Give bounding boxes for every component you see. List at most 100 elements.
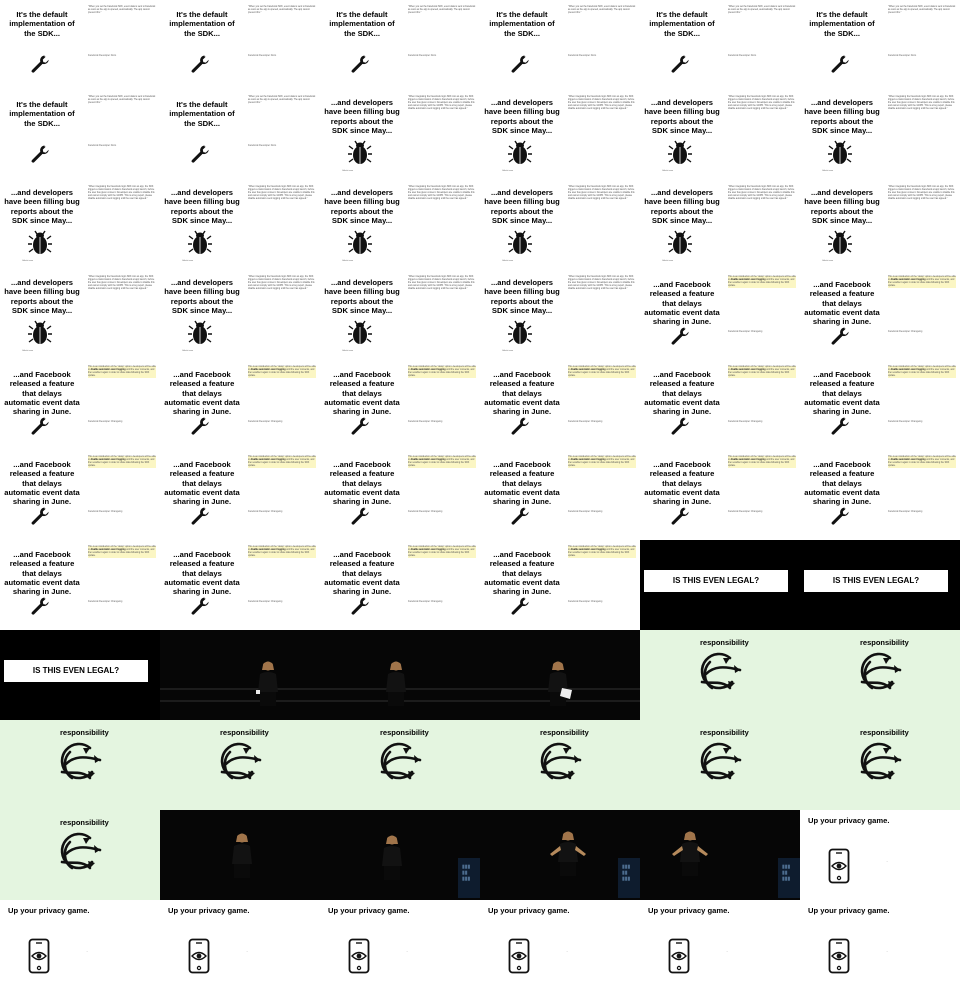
slide-quote: "When you set the Facebook SDK, event da… <box>248 6 316 15</box>
slide-thumbnail[interactable]: responsibility <box>320 720 480 810</box>
slide-caption: Github issue <box>342 170 354 172</box>
slide-thumbnail[interactable]: responsibility <box>800 720 960 810</box>
phone-eye-icon <box>668 938 690 974</box>
video-frame-speaker[interactable] <box>480 630 640 720</box>
slide-thumbnail[interactable]: Up your privacy game. ... <box>800 900 960 990</box>
slide-title: ...and Facebook released a feature that … <box>644 460 720 507</box>
slide-thumbnail[interactable]: ...and Facebook released a feature that … <box>0 540 160 630</box>
slide-thumbnail[interactable]: IS THIS EVEN LEGAL? <box>0 630 160 720</box>
slide-thumbnail[interactable]: It's the default implementation of the S… <box>160 0 320 90</box>
slide-caption: Facebook Developer Docs <box>728 54 757 57</box>
wrench-icon <box>510 506 530 526</box>
slide-caption: Github issue <box>342 350 354 352</box>
slide-thumbnail[interactable]: It's the default implementation of the S… <box>160 90 320 180</box>
slide-thumbnail[interactable]: ...and Facebook released a feature that … <box>480 450 640 540</box>
slide-thumbnail[interactable]: Up your privacy game. ... <box>320 900 480 990</box>
slide-caption: Facebook Developer Changelog <box>88 600 123 603</box>
slide-thumbnail[interactable]: ...and Facebook released a feature that … <box>800 270 960 360</box>
slide-thumbnail[interactable]: It's the default implementation of the S… <box>320 0 480 90</box>
slide-thumbnail[interactable]: ...and Facebook released a feature that … <box>800 450 960 540</box>
slide-thumbnail[interactable]: It's the default implementation of the S… <box>800 0 960 90</box>
slide-thumbnail[interactable]: ...and Facebook released a feature that … <box>0 450 160 540</box>
wrench-icon <box>510 54 530 74</box>
slide-thumbnail[interactable]: ...and developers have been filling bug … <box>480 180 640 270</box>
video-frame-speaker[interactable] <box>160 630 320 720</box>
slide-thumbnail[interactable]: ...and developers have been filling bug … <box>480 90 640 180</box>
quote-highlight: disable automatic event logging <box>890 459 926 462</box>
slide-thumbnail[interactable]: ...and developers have been filling bug … <box>480 270 640 360</box>
slide-thumbnail[interactable]: IS THIS EVEN LEGAL? <box>640 540 800 630</box>
slide-thumbnail[interactable]: ...and Facebook released a feature that … <box>160 360 320 450</box>
slide-thumbnail[interactable]: ...and Facebook released a feature that … <box>480 540 640 630</box>
slide-quote: "When integrating the Facebook login SDK… <box>248 276 315 291</box>
slide-thumbnail[interactable]: ...and Facebook released a feature that … <box>0 360 160 450</box>
slide-thumbnail[interactable]: ...and Facebook released a feature that … <box>800 360 960 450</box>
slide-thumbnail[interactable]: ...and developers have been filling bug … <box>800 180 960 270</box>
slide-thumbnail[interactable]: ...and Facebook released a feature that … <box>640 450 800 540</box>
slide-caption: Github issue <box>22 260 34 262</box>
wrench-icon <box>670 506 690 526</box>
slide-thumbnail[interactable]: ...and Facebook released a feature that … <box>320 360 480 450</box>
slide-thumbnail[interactable]: ...and developers have been filling bug … <box>320 270 480 360</box>
slide-title: responsibility <box>860 728 909 737</box>
slide-thumbnail[interactable]: ...and developers have been filling bug … <box>640 180 800 270</box>
slide-thumbnail[interactable]: ...and developers have been filling bug … <box>0 180 160 270</box>
slide-title: It's the default implementation of the S… <box>649 10 715 38</box>
slide-thumbnail[interactable]: Up your privacy game. ... <box>640 900 800 990</box>
contact-sheet-grid: It's the default implementation of the S… <box>0 0 960 990</box>
quote-highlight: disable automatic event logging <box>250 459 286 462</box>
slide-thumbnail[interactable]: Up your privacy game. ... <box>800 810 960 900</box>
slide-thumbnail[interactable]: responsibility <box>480 720 640 810</box>
slide-quote: This is an introduction of the "delay" o… <box>728 456 796 469</box>
speaker-figure <box>670 830 710 881</box>
slide-title: ...and Facebook released a feature that … <box>324 550 400 597</box>
stage-rail <box>160 688 320 690</box>
lectern-logo-icon: ▮▮▮ ▮▮ ▮▮▮ <box>462 864 471 882</box>
slide-thumbnail[interactable]: It's the default implementation of the S… <box>0 90 160 180</box>
slide-thumbnail[interactable]: responsibility <box>640 630 800 720</box>
slide-thumbnail[interactable]: ...and Facebook released a feature that … <box>160 540 320 630</box>
bug-icon <box>828 140 852 166</box>
slide-thumbnail[interactable]: responsibility <box>160 720 320 810</box>
slide-thumbnail[interactable]: ...and developers have been filling bug … <box>160 180 320 270</box>
slide-thumbnail[interactable]: responsibility <box>0 720 160 810</box>
slide-caption: Facebook Developer Docs <box>248 54 277 57</box>
slide-thumbnail[interactable]: Up your privacy game. ... <box>480 900 640 990</box>
slide-thumbnail[interactable]: ...and developers have been filling bug … <box>160 270 320 360</box>
video-frame-speaker[interactable]: ▮▮▮ ▮▮ ▮▮▮ <box>480 810 640 900</box>
slide-thumbnail[interactable]: IS THIS EVEN LEGAL? <box>800 540 960 630</box>
slide-thumbnail[interactable]: It's the default implementation of the S… <box>0 0 160 90</box>
wrench-icon <box>510 596 530 616</box>
slide-thumbnail[interactable]: ...and Facebook released a feature that … <box>640 270 800 360</box>
slide-thumbnail[interactable]: ...and Facebook released a feature that … <box>320 540 480 630</box>
slide-thumbnail[interactable]: Up your privacy game. ... <box>0 900 160 990</box>
slide-thumbnail[interactable]: ...and Facebook released a feature that … <box>160 450 320 540</box>
slide-title: Up your privacy game. <box>168 906 250 915</box>
slide-thumbnail[interactable]: ...and Facebook released a feature that … <box>480 360 640 450</box>
slide-thumbnail[interactable]: ...and developers have been filling bug … <box>320 180 480 270</box>
bug-icon <box>348 140 372 166</box>
slide-thumbnail[interactable]: ...and Facebook released a feature that … <box>640 360 800 450</box>
slide-thumbnail[interactable]: ...and developers have been filling bug … <box>800 90 960 180</box>
slide-thumbnail[interactable]: ...and developers have been filling bug … <box>320 90 480 180</box>
wrench-icon <box>30 144 50 164</box>
slide-thumbnail[interactable]: ...and developers have been filling bug … <box>640 90 800 180</box>
video-frame-speaker[interactable]: ▮▮▮ ▮▮ ▮▮▮ <box>640 810 800 900</box>
video-frame-speaker[interactable]: ▮▮▮ ▮▮ ▮▮▮ <box>320 810 480 900</box>
wrench-icon <box>30 54 50 74</box>
slide-thumbnail[interactable]: responsibility <box>800 630 960 720</box>
slide-thumbnail[interactable]: ...and Facebook released a feature that … <box>320 450 480 540</box>
slide-title: responsibility <box>860 638 909 647</box>
video-frame-speaker[interactable] <box>320 630 480 720</box>
slide-thumbnail[interactable]: Up your privacy game. ... <box>160 900 320 990</box>
slide-thumbnail[interactable]: It's the default implementation of the S… <box>480 0 640 90</box>
quote-highlight: disable automatic event logging <box>890 369 926 372</box>
slide-thumbnail[interactable]: responsibility <box>640 720 800 810</box>
slide-thumbnail[interactable]: It's the default implementation of the S… <box>640 0 800 90</box>
slide-quote: "When integrating the Facebook login SDK… <box>408 276 475 291</box>
slide-thumbnail[interactable]: responsibility <box>0 810 160 900</box>
video-frame-speaker[interactable] <box>160 810 320 900</box>
slide-thumbnail[interactable]: ...and developers have been filling bug … <box>0 270 160 360</box>
slide-quote: This is an introduction of the "delay" o… <box>408 366 476 379</box>
slide-bullet: ... <box>86 950 89 953</box>
